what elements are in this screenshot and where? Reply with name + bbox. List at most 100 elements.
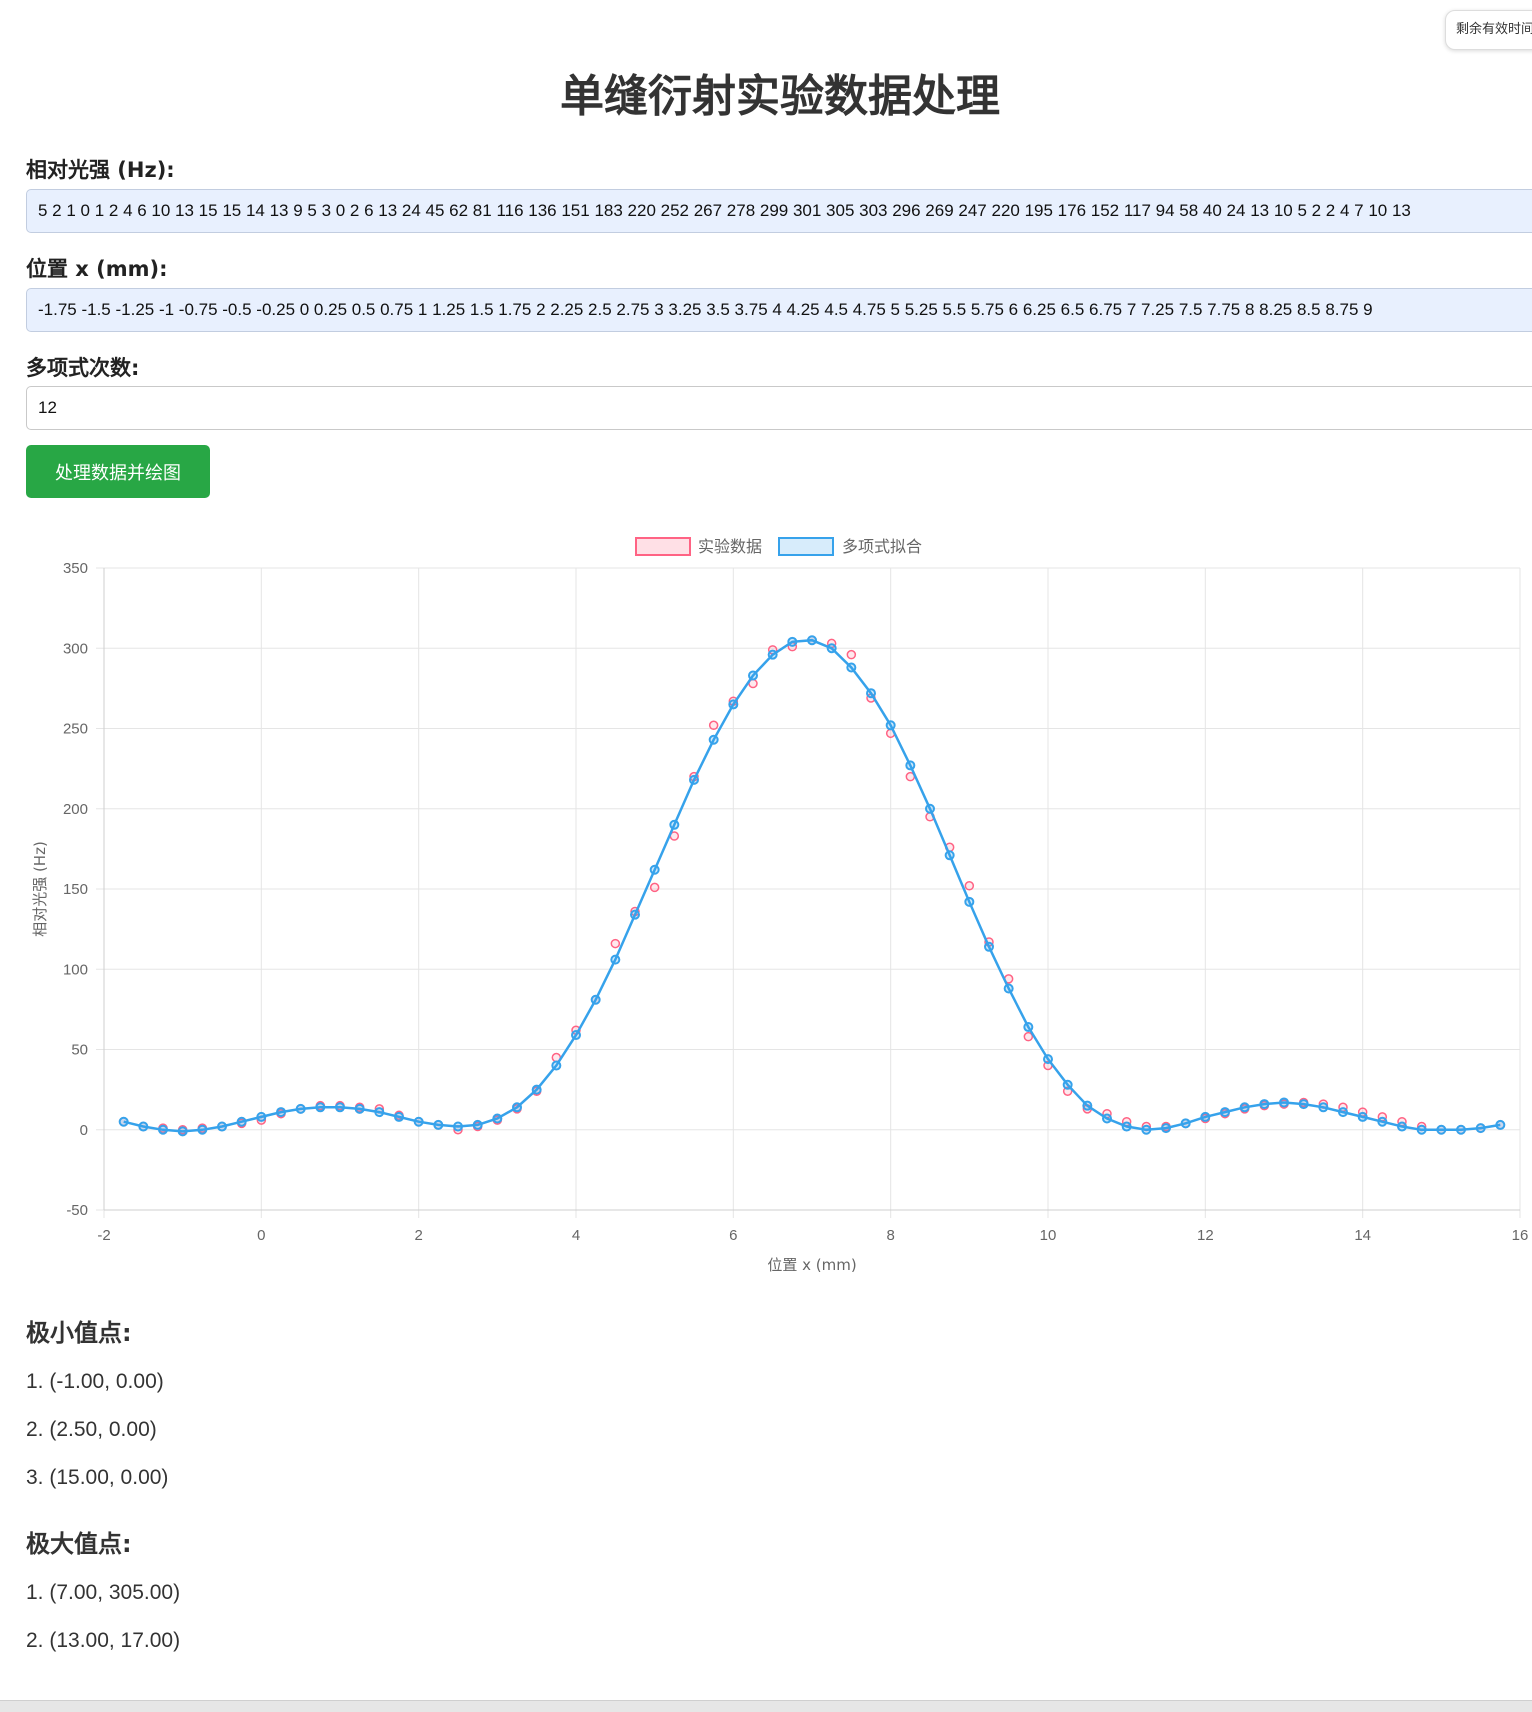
fit-point [354, 1103, 365, 1114]
fit-point [433, 1119, 444, 1130]
y-tick-label: 350 [63, 560, 88, 577]
fit-point [1416, 1124, 1427, 1135]
fit-point [158, 1124, 168, 1135]
fit-point [197, 1124, 208, 1135]
fit-point [177, 1126, 188, 1137]
x-tick-label: 12 [1197, 1227, 1214, 1244]
fit-point [138, 1121, 149, 1132]
maxima-list: 1. (7.00, 305.00) 2. (13.00, 17.00) [26, 1569, 180, 1665]
fit-point [217, 1121, 227, 1132]
fit-point [1161, 1123, 1171, 1134]
fit-point [453, 1121, 463, 1132]
y-tick-label: 200 [63, 801, 88, 818]
x-tick-label: 4 [572, 1227, 580, 1244]
process-and-plot-button[interactable]: 处理数据并绘图 [26, 445, 210, 498]
fit-point [1141, 1124, 1152, 1135]
legend-swatch-fit [778, 537, 834, 556]
x-tick-label: 10 [1040, 1227, 1057, 1244]
minimum-point-item: 3. (15.00, 0.00) [26, 1466, 169, 1489]
y-tick-label: 250 [63, 721, 88, 738]
y-tick-label: 50 [71, 1042, 88, 1059]
fit-point [1043, 1054, 1053, 1065]
fit-point [1200, 1111, 1211, 1122]
legend-label-data: 实验数据 [698, 537, 762, 556]
fit-point [276, 1107, 286, 1118]
fit-point [689, 774, 699, 785]
fit-point [964, 896, 975, 907]
position-label: 位置 x (mm): [26, 257, 168, 281]
legend-label-fit: 多项式拟合 [842, 537, 922, 556]
fit-point [531, 1084, 542, 1095]
fit-point [236, 1116, 247, 1127]
fit-point [1121, 1121, 1132, 1132]
fit-point [984, 941, 994, 952]
fit-point [767, 649, 778, 660]
fit-point [1062, 1079, 1073, 1090]
page-title: 单缝衍射实验数据处理 [560, 71, 1000, 122]
bottom-scrollbar[interactable] [0, 1700, 1532, 1712]
intensity-chart: -2 0 2 4 6 8 10 12 14 16 -50 0 50 100 150 200 250 300 350 位… [31, 537, 1528, 1274]
fit-point [315, 1102, 326, 1113]
fit-point [1239, 1102, 1250, 1113]
minima-title: 极小值点: [26, 1319, 132, 1347]
y-tick-label: -50 [66, 1202, 88, 1219]
fit-point [649, 864, 660, 875]
fit-point [1003, 983, 1014, 994]
y-tick-label: 150 [63, 881, 88, 898]
minimum-point-item: 1. (-1.00, 0.00) [26, 1370, 164, 1393]
fit-point [413, 1116, 424, 1127]
fit-point [1220, 1107, 1230, 1118]
fit-point [1279, 1097, 1289, 1108]
fit-point [669, 819, 680, 830]
fit-point [807, 635, 817, 646]
y-tick-label: 300 [63, 640, 88, 657]
minimum-point-item: 2. (2.50, 0.00) [26, 1418, 157, 1441]
position-input[interactable]: -1.75 -1.5 -1.25 -1 -0.75 -0.5 -0.25 0 0… [26, 288, 1532, 332]
fit-point [1456, 1124, 1466, 1135]
fit-point [118, 1116, 129, 1127]
fit-point [1338, 1107, 1348, 1118]
fit-point [1357, 1111, 1368, 1122]
y-tick-label: 100 [63, 961, 88, 978]
degree-input[interactable]: 12 [26, 386, 1532, 430]
fit-point [1102, 1113, 1112, 1124]
maximum-point-item: 1. (7.00, 305.00) [26, 1581, 181, 1604]
fit-point [1318, 1102, 1329, 1113]
fit-point [1180, 1118, 1191, 1129]
y-axis-title: 相对光强 (Hz) [31, 841, 49, 937]
fit-point [295, 1103, 306, 1114]
degree-label: 多项式次数: [26, 356, 140, 380]
fit-point [551, 1060, 562, 1071]
fit-point [826, 643, 837, 654]
y-tick-label: 0 [80, 1122, 88, 1139]
fit-point [256, 1111, 267, 1122]
intensity-input[interactable]: 5 2 1 0 1 2 4 6 10 13 15 15 14 13 9 5 3 … [26, 189, 1532, 233]
data-point [964, 881, 975, 891]
fit-point [846, 662, 857, 673]
data-point [708, 720, 719, 731]
data-point [649, 882, 660, 893]
fit-point [630, 909, 640, 920]
x-tick-label: 14 [1354, 1227, 1371, 1244]
x-axis-title: 位置 x (mm) [767, 1256, 856, 1274]
fit-point [1298, 1099, 1309, 1110]
fit-point [1259, 1099, 1270, 1110]
data-point [610, 938, 621, 949]
fit-point [1377, 1116, 1388, 1127]
x-tick-label: 0 [257, 1227, 265, 1244]
maxima-title: 极大值点: [26, 1530, 132, 1558]
maximum-point-item: 2. (13.00, 17.00) [26, 1629, 181, 1652]
fit-point [492, 1113, 503, 1124]
x-tick-label: 2 [414, 1227, 422, 1244]
fit-point [1436, 1124, 1447, 1135]
fit-point [944, 850, 955, 861]
fit-point [708, 734, 719, 745]
minima-list: 1. (-1.00, 0.00) 2. (2.50, 0.00) 3. (15.00… [26, 1358, 168, 1502]
fit-point [590, 994, 601, 1005]
fit-point [335, 1102, 345, 1113]
fit-point [905, 760, 916, 771]
timer-badge: 剩余有效时间 [1445, 10, 1532, 50]
fit-point [1397, 1121, 1407, 1132]
legend-swatch-data [635, 537, 691, 556]
fit-point [571, 1030, 581, 1041]
